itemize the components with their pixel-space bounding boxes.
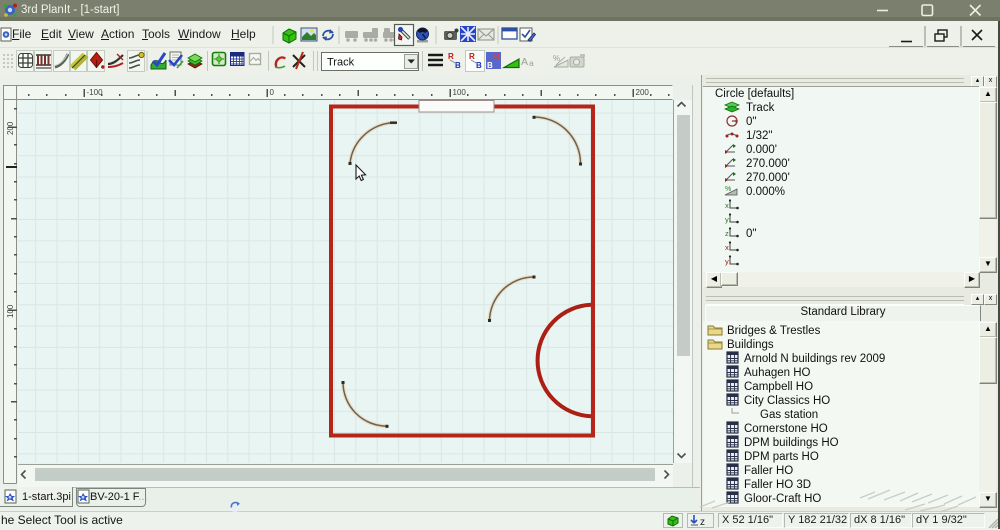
svg-text:Bridges & Trestles: Bridges & Trestles (727, 325, 821, 337)
svg-text:Faller HO: Faller HO (744, 465, 793, 477)
svg-text:Track: Track (327, 57, 355, 69)
svg-text:Campbell HO: Campbell HO (744, 381, 813, 393)
svg-text:Gas station: Gas station (760, 409, 818, 421)
svg-text:y: y (725, 257, 729, 266)
svg-text:0": 0" (746, 228, 756, 240)
svg-text:Circle [defaults]: Circle [defaults] (715, 88, 794, 100)
svg-text:R: R (448, 52, 454, 61)
svg-text:Buildings: Buildings (727, 339, 774, 351)
svg-text:x: x (725, 201, 729, 210)
svg-text:Arnold N buildings rev 2009: Arnold N buildings rev 2009 (744, 353, 885, 365)
svg-text:y: y (725, 215, 729, 224)
svg-text:z: z (725, 229, 729, 238)
svg-text:1/32": 1/32" (746, 130, 772, 142)
svg-text:270.000': 270.000' (746, 158, 790, 170)
svg-text:B: B (476, 61, 482, 70)
svg-text:City Classics HO: City Classics HO (744, 395, 830, 407)
svg-text:z: z (700, 517, 705, 528)
svg-text:Cornerstone HO: Cornerstone HO (744, 423, 828, 435)
svg-text:DPM parts HO: DPM parts HO (744, 451, 819, 463)
svg-text:0.000%: 0.000% (746, 186, 785, 198)
svg-text:a: a (529, 58, 534, 68)
svg-text:Auhagen HO: Auhagen HO (744, 367, 811, 379)
svg-text:%: % (725, 186, 731, 193)
svg-text:R: R (494, 52, 500, 61)
svg-text:Track: Track (746, 102, 775, 114)
svg-text:DPM buildings HO: DPM buildings HO (744, 437, 839, 449)
svg-text:A: A (521, 56, 528, 68)
svg-text:B: B (487, 61, 493, 70)
svg-text:R: R (469, 52, 475, 61)
svg-text:B: B (455, 61, 461, 70)
svg-text:x: x (725, 243, 729, 252)
svg-text:270.000': 270.000' (746, 172, 790, 184)
svg-text:0.000': 0.000' (746, 144, 777, 156)
svg-text:0": 0" (746, 116, 756, 128)
